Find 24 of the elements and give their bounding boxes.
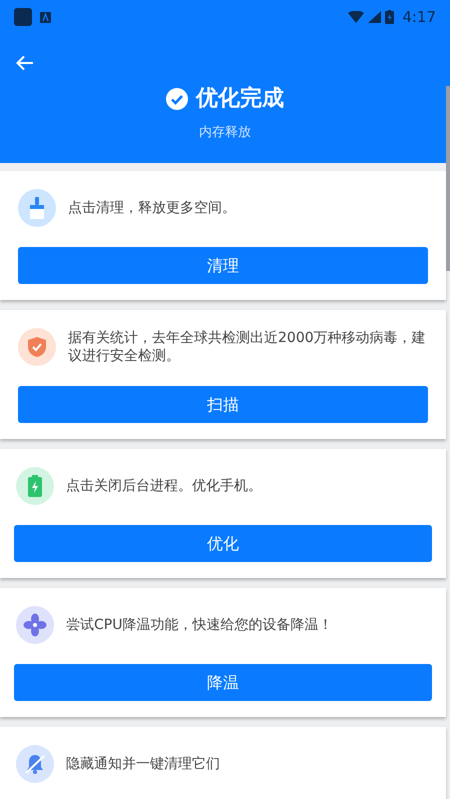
- check-circle-icon: [166, 88, 188, 110]
- back-arrow-icon[interactable]: [16, 54, 34, 71]
- card-description: 点击清理，释放更多空间。: [68, 198, 236, 218]
- action-button[interactable]: 扫描: [18, 386, 428, 423]
- shield-icon: [18, 328, 56, 366]
- battery-icon: [385, 10, 394, 24]
- card-description: 点击关闭后台进程。优化手机。: [66, 476, 262, 496]
- card-description: 尝试CPU降温功能，快速给您的设备降温！: [66, 616, 332, 634]
- action-button[interactable]: 降温: [14, 664, 432, 701]
- action-button[interactable]: 清理: [18, 247, 428, 284]
- status-time: 4:17: [402, 6, 436, 28]
- page-title: 优化完成: [196, 85, 284, 113]
- notification-icon: [40, 12, 51, 22]
- card-description: 隐藏通知并一键清理它们: [66, 754, 220, 774]
- signal-icon: [368, 11, 382, 23]
- action-button[interactable]: 优化: [14, 525, 432, 562]
- fan-icon: [16, 606, 54, 644]
- app-icon: [14, 8, 32, 26]
- bell-off-icon: [16, 745, 54, 783]
- page-subtitle: 内存释放: [199, 125, 251, 140]
- card-description: 据有关统计，去年全球共检测出近2000万种移动病毒，建议进行安全检测。: [68, 328, 427, 366]
- wifi-icon: [348, 11, 364, 23]
- battery-charge-icon: [16, 467, 54, 505]
- brush-icon: [18, 189, 56, 227]
